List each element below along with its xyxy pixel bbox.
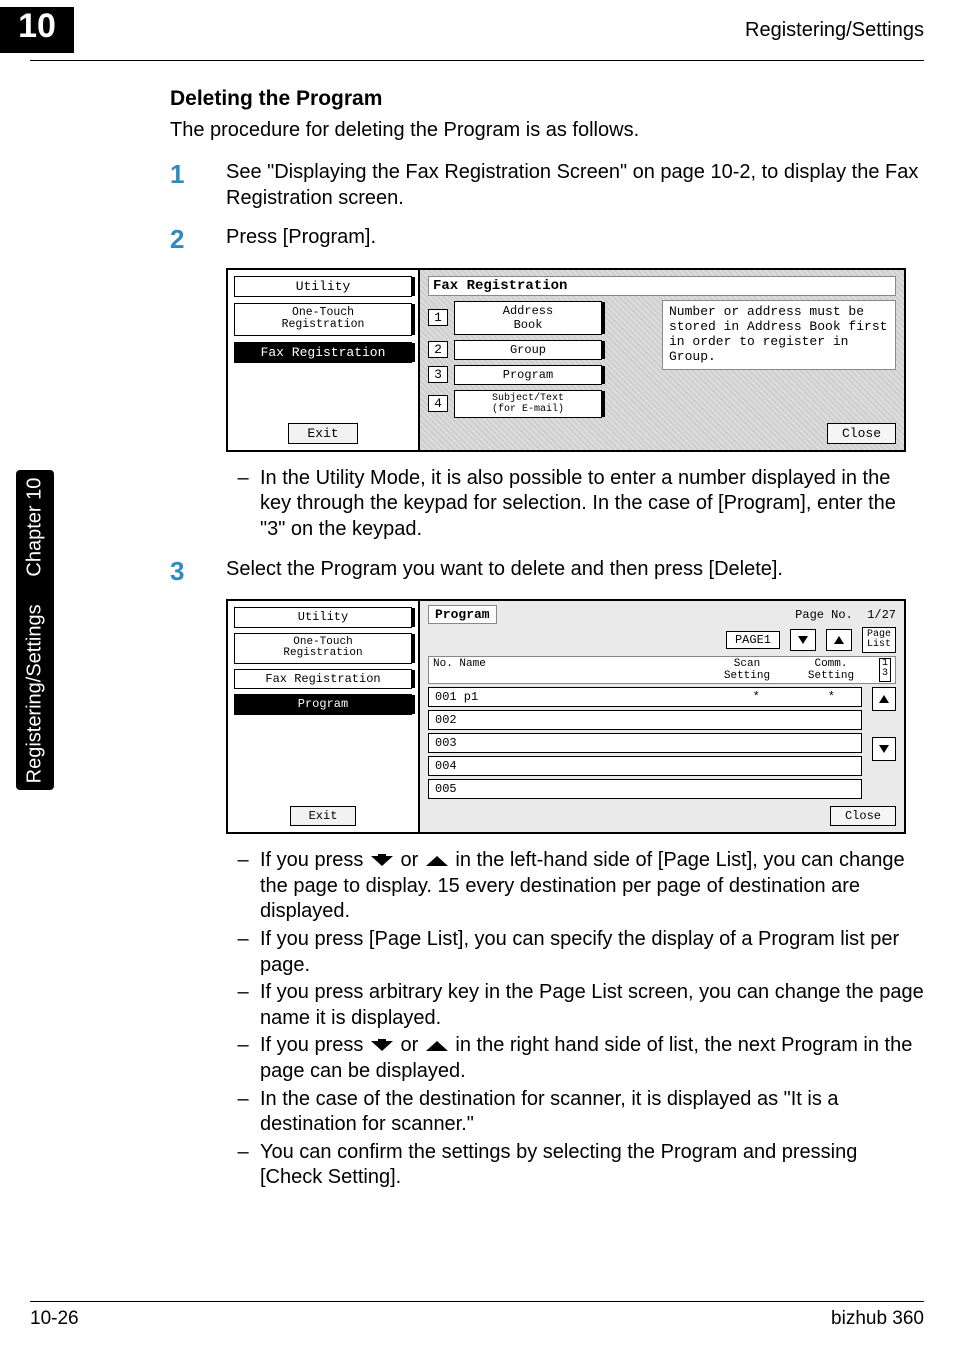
footer-page-number: 10-26 [30,1308,79,1330]
arrow-up-icon [424,1039,450,1053]
lcd1-info-note: Number or address must be stored in Addr… [662,300,896,370]
lcd1-btn1-num: 1 [428,309,448,326]
lcd1-program-button[interactable]: Program [454,365,602,385]
lcd2-page-box: PAGE1 [726,631,780,649]
arrow-up-icon [424,854,450,868]
lcd2-main-panel: Program Page No. 1/27 PAGE1 Page Li [420,601,904,832]
lcd2-side-panel: Utility One-Touch Registration Fax Regis… [228,601,420,832]
section-title: Deleting the Program [170,87,924,111]
lcd2-page-no-label: Page No. 1/27 [795,608,896,622]
page-header: 10 Registering/Settings [0,0,954,60]
step-3-note-5: In the case of the destination for scann… [260,1087,924,1138]
lcd2-page-list-button[interactable]: Page List [862,627,896,653]
lcd2-head-comm: Comm. Setting [791,658,871,682]
lcd2-row-002[interactable]: 002 [428,710,862,730]
step-2-text: Press [Program]. [226,225,376,254]
lcd-fax-registration: Utility One-Touch Registration Fax Regis… [226,268,906,452]
lcd2-scroll-up-button[interactable] [872,687,896,711]
lcd1-faxreg-button[interactable]: Fax Registration [234,342,412,364]
lcd2-scroll-down-button[interactable] [872,737,896,761]
lcd2-row-001[interactable]: 001 p1 * * [428,687,862,707]
lcd2-onetouch-button[interactable]: One-Touch Registration [234,633,412,664]
lcd2-column-headers: No. Name Scan Setting Comm. Setting 1 3 [428,656,896,684]
side-tab: Registering/Settings Chapter 10 [16,470,54,790]
step-3-note-4: If you press or in the right hand side o… [260,1033,924,1084]
lcd1-side-panel: Utility One-Touch Registration Fax Regis… [228,270,420,450]
lcd1-address-book-button[interactable]: Address Book [454,301,602,335]
lcd1-onetouch-button[interactable]: One-Touch Registration [234,303,412,335]
lcd2-exit-button[interactable]: Exit [290,806,357,826]
step-3-number: 3 [170,557,226,586]
running-head: Registering/Settings [745,19,924,42]
arrow-down-icon [369,854,395,868]
lcd1-main-panel: Fax Registration 1 Address Book 2 Group [420,270,904,450]
dash-icon: – [226,1140,260,1191]
lcd1-group-button[interactable]: Group [454,340,602,360]
lcd2-program-button[interactable]: Program [234,694,412,715]
lcd2-head-no-name: No. Name [433,658,503,682]
lcd-program-list: Utility One-Touch Registration Fax Regis… [226,599,906,834]
dash-icon: – [226,980,260,1031]
lcd1-utility-button[interactable]: Utility [234,276,412,298]
step-3-note-1: If you press or in the left-hand side of… [260,848,924,925]
step-3-note-6: You can confirm the settings by selectin… [260,1140,924,1191]
lcd2-page-down-button[interactable] [790,629,816,651]
side-tab-section: Registering/Settings [24,604,46,783]
lcd2-faxreg-button[interactable]: Fax Registration [234,669,412,690]
lcd1-btn2-num: 2 [428,341,448,358]
step-1: 1 See "Displaying the Fax Registration S… [170,160,924,211]
step-3-note-2: If you press [Page List], you can specif… [260,927,924,978]
lcd2-close-button[interactable]: Close [830,806,896,826]
dash-icon: – [226,927,260,978]
step-1-number: 1 [170,160,226,211]
step-2-number: 2 [170,225,226,254]
step-2-notes: – In the Utility Mode, it is also possib… [226,466,924,543]
lcd2-row-003[interactable]: 003 [428,733,862,753]
step-2-note-1: In the Utility Mode, it is also possible… [260,466,924,543]
step-2: 2 Press [Program]. [170,225,924,254]
section-lead: The procedure for deleting the Program i… [170,119,924,142]
lcd2-row-005[interactable]: 005 [428,779,862,799]
lcd1-subject-text-button[interactable]: Subject/Text (for E-mail) [454,390,602,418]
dash-icon: – [226,1033,260,1084]
step-3: 3 Select the Program you want to delete … [170,557,924,586]
step-3-text: Select the Program you want to delete an… [226,557,783,586]
lcd2-utility-button[interactable]: Utility [234,607,412,628]
page-footer: 10-26 bizhub 360 [0,1301,954,1330]
lcd1-btn3-num: 3 [428,366,448,383]
step-3-notes: – If you press or in the left-hand side … [226,848,924,1191]
side-tab-chapter: Chapter 10 [24,477,46,576]
dash-icon: – [226,1087,260,1138]
step-3-note-3: If you press arbitrary key in the Page L… [260,980,924,1031]
footer-product: bizhub 360 [831,1308,924,1330]
lcd2-fraction-indicator: 1 3 [879,658,891,682]
arrow-down-icon [369,1039,395,1053]
lcd1-close-button[interactable]: Close [827,423,896,444]
lcd2-title: Program [428,605,497,624]
dash-icon: – [226,848,260,925]
lcd2-row-004[interactable]: 004 [428,756,862,776]
chapter-badge: 10 [0,7,74,53]
lcd1-title: Fax Registration [428,276,896,296]
lcd1-btn4-num: 4 [428,395,448,412]
step-1-text: See "Displaying the Fax Registration Scr… [226,160,924,211]
dash-icon: – [226,466,260,543]
lcd2-page-up-button[interactable] [826,629,852,651]
lcd2-head-scan: Scan Setting [707,658,787,682]
content: Deleting the Program The procedure for d… [0,61,954,1191]
lcd1-exit-button[interactable]: Exit [288,423,357,444]
